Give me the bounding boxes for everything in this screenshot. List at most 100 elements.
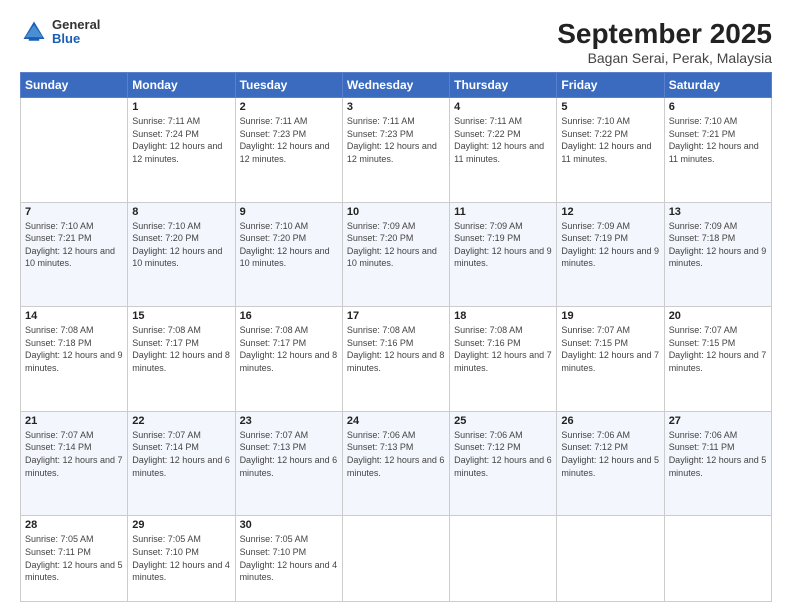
- day-info: Sunrise: 7:08 AMSunset: 7:16 PMDaylight:…: [347, 324, 445, 374]
- table-row: 17 Sunrise: 7:08 AMSunset: 7:16 PMDayligh…: [342, 307, 449, 412]
- day-info: Sunrise: 7:06 AMSunset: 7:13 PMDaylight:…: [347, 429, 445, 479]
- title-block: September 2025 Bagan Serai, Perak, Malay…: [557, 18, 772, 66]
- table-row: 28Sunrise: 7:05 AMSunset: 7:11 PMDayligh…: [21, 516, 128, 602]
- header-wednesday: Wednesday: [342, 73, 449, 98]
- table-row: 24 Sunrise: 7:06 AMSunset: 7:13 PMDayligh…: [342, 411, 449, 516]
- day-info: Sunrise: 7:06 AMSunset: 7:12 PMDaylight:…: [561, 429, 659, 479]
- table-row: 4 Sunrise: 7:11 AMSunset: 7:22 PMDaylight…: [450, 98, 557, 203]
- day-number: 29: [132, 519, 230, 531]
- day-info: Sunrise: 7:08 AMSunset: 7:17 PMDaylight:…: [240, 324, 338, 374]
- header-saturday: Saturday: [664, 73, 771, 98]
- table-row: [450, 516, 557, 602]
- table-row: 20 Sunrise: 7:07 AMSunset: 7:15 PMDayligh…: [664, 307, 771, 412]
- day-number: 2: [240, 101, 338, 113]
- day-number: 12: [561, 206, 659, 218]
- day-info: Sunrise: 7:10 AMSunset: 7:20 PMDaylight:…: [132, 220, 230, 270]
- calendar-week-4: 21 Sunrise: 7:07 AMSunset: 7:14 PMDayligh…: [21, 411, 772, 516]
- logo-blue: Blue: [52, 32, 100, 46]
- day-number: 23: [240, 415, 338, 427]
- day-number: 21: [25, 415, 123, 427]
- day-number: 3: [347, 101, 445, 113]
- day-number: 27: [669, 415, 767, 427]
- day-number: 18: [454, 310, 552, 322]
- table-row: 18Sunrise: 7:08 AMSunset: 7:16 PMDayligh…: [450, 307, 557, 412]
- calendar-week-3: 14 Sunrise: 7:08 AMSunset: 7:18 PMDayligh…: [21, 307, 772, 412]
- day-number: 10: [347, 206, 445, 218]
- table-row: 15 Sunrise: 7:08 AMSunset: 7:17 PMDayligh…: [128, 307, 235, 412]
- day-number: 5: [561, 101, 659, 113]
- day-number: 13: [669, 206, 767, 218]
- day-number: 15: [132, 310, 230, 322]
- table-row: [557, 516, 664, 602]
- table-row: 23 Sunrise: 7:07 AMSunset: 7:13 PMDayligh…: [235, 411, 342, 516]
- location-subtitle: Bagan Serai, Perak, Malaysia: [557, 50, 772, 66]
- day-number: 20: [669, 310, 767, 322]
- table-row: 3 Sunrise: 7:11 AMSunset: 7:23 PMDaylight…: [342, 98, 449, 203]
- calendar-week-2: 7 Sunrise: 7:10 AMSunset: 7:21 PMDaylight…: [21, 202, 772, 307]
- logo: General Blue: [20, 18, 100, 47]
- logo-text: General Blue: [52, 18, 100, 47]
- day-info: Sunrise: 7:07 AMSunset: 7:13 PMDaylight:…: [240, 429, 338, 479]
- day-number: 24: [347, 415, 445, 427]
- table-row: 27Sunrise: 7:06 AMSunset: 7:11 PMDayligh…: [664, 411, 771, 516]
- day-info: Sunrise: 7:07 AMSunset: 7:15 PMDaylight:…: [669, 324, 767, 374]
- table-row: 7 Sunrise: 7:10 AMSunset: 7:21 PMDaylight…: [21, 202, 128, 307]
- day-info: Sunrise: 7:11 AMSunset: 7:22 PMDaylight:…: [454, 115, 552, 165]
- day-number: 16: [240, 310, 338, 322]
- day-info: Sunrise: 7:11 AMSunset: 7:23 PMDaylight:…: [240, 115, 338, 165]
- table-row: [21, 98, 128, 203]
- header-sunday: Sunday: [21, 73, 128, 98]
- table-row: 10Sunrise: 7:09 AMSunset: 7:20 PMDayligh…: [342, 202, 449, 307]
- table-row: 16 Sunrise: 7:08 AMSunset: 7:17 PMDayligh…: [235, 307, 342, 412]
- day-info: Sunrise: 7:07 AMSunset: 7:15 PMDaylight:…: [561, 324, 659, 374]
- day-number: 6: [669, 101, 767, 113]
- day-info: Sunrise: 7:10 AMSunset: 7:21 PMDaylight:…: [25, 220, 123, 270]
- day-number: 22: [132, 415, 230, 427]
- day-number: 14: [25, 310, 123, 322]
- table-row: 12Sunrise: 7:09 AMSunset: 7:19 PMDayligh…: [557, 202, 664, 307]
- day-info: Sunrise: 7:11 AMSunset: 7:24 PMDaylight:…: [132, 115, 230, 165]
- day-number: 25: [454, 415, 552, 427]
- day-number: 4: [454, 101, 552, 113]
- table-row: [664, 516, 771, 602]
- logo-general: General: [52, 18, 100, 32]
- day-number: 8: [132, 206, 230, 218]
- header-tuesday: Tuesday: [235, 73, 342, 98]
- table-row: 9Sunrise: 7:10 AMSunset: 7:20 PMDaylight…: [235, 202, 342, 307]
- day-number: 26: [561, 415, 659, 427]
- day-number: 17: [347, 310, 445, 322]
- day-info: Sunrise: 7:11 AMSunset: 7:23 PMDaylight:…: [347, 115, 445, 165]
- day-info: Sunrise: 7:08 AMSunset: 7:17 PMDaylight:…: [132, 324, 230, 374]
- day-number: 7: [25, 206, 123, 218]
- header-row: Sunday Monday Tuesday Wednesday Thursday…: [21, 73, 772, 98]
- table-row: 6 Sunrise: 7:10 AMSunset: 7:21 PMDaylight…: [664, 98, 771, 203]
- calendar-header: Sunday Monday Tuesday Wednesday Thursday…: [21, 73, 772, 98]
- table-row: 22Sunrise: 7:07 AMSunset: 7:14 PMDayligh…: [128, 411, 235, 516]
- header-monday: Monday: [128, 73, 235, 98]
- table-row: 13 Sunrise: 7:09 AMSunset: 7:18 PMDayligh…: [664, 202, 771, 307]
- calendar-body: 1 Sunrise: 7:11 AMSunset: 7:24 PMDaylight…: [21, 98, 772, 602]
- day-info: Sunrise: 7:10 AMSunset: 7:22 PMDaylight:…: [561, 115, 659, 165]
- day-info: Sunrise: 7:06 AMSunset: 7:12 PMDaylight:…: [454, 429, 552, 479]
- day-info: Sunrise: 7:10 AMSunset: 7:21 PMDaylight:…: [669, 115, 767, 165]
- day-number: 11: [454, 206, 552, 218]
- day-info: Sunrise: 7:09 AMSunset: 7:18 PMDaylight:…: [669, 220, 767, 270]
- header-friday: Friday: [557, 73, 664, 98]
- day-info: Sunrise: 7:05 AMSunset: 7:11 PMDaylight:…: [25, 533, 123, 583]
- day-info: Sunrise: 7:07 AMSunset: 7:14 PMDaylight:…: [25, 429, 123, 479]
- day-number: 1: [132, 101, 230, 113]
- calendar-week-1: 1 Sunrise: 7:11 AMSunset: 7:24 PMDaylight…: [21, 98, 772, 203]
- table-row: 1 Sunrise: 7:11 AMSunset: 7:24 PMDaylight…: [128, 98, 235, 203]
- day-info: Sunrise: 7:09 AMSunset: 7:19 PMDaylight:…: [454, 220, 552, 270]
- table-row: 11 Sunrise: 7:09 AMSunset: 7:19 PMDayligh…: [450, 202, 557, 307]
- table-row: [342, 516, 449, 602]
- month-title: September 2025: [557, 18, 772, 50]
- logo-icon: [20, 18, 48, 46]
- table-row: 26 Sunrise: 7:06 AMSunset: 7:12 PMDayligh…: [557, 411, 664, 516]
- table-row: 2 Sunrise: 7:11 AMSunset: 7:23 PMDaylight…: [235, 98, 342, 203]
- calendar-table: Sunday Monday Tuesday Wednesday Thursday…: [20, 72, 772, 602]
- day-info: Sunrise: 7:05 AMSunset: 7:10 PMDaylight:…: [132, 533, 230, 583]
- day-info: Sunrise: 7:08 AMSunset: 7:18 PMDaylight:…: [25, 324, 123, 374]
- header-thursday: Thursday: [450, 73, 557, 98]
- calendar-week-5: 28Sunrise: 7:05 AMSunset: 7:11 PMDayligh…: [21, 516, 772, 602]
